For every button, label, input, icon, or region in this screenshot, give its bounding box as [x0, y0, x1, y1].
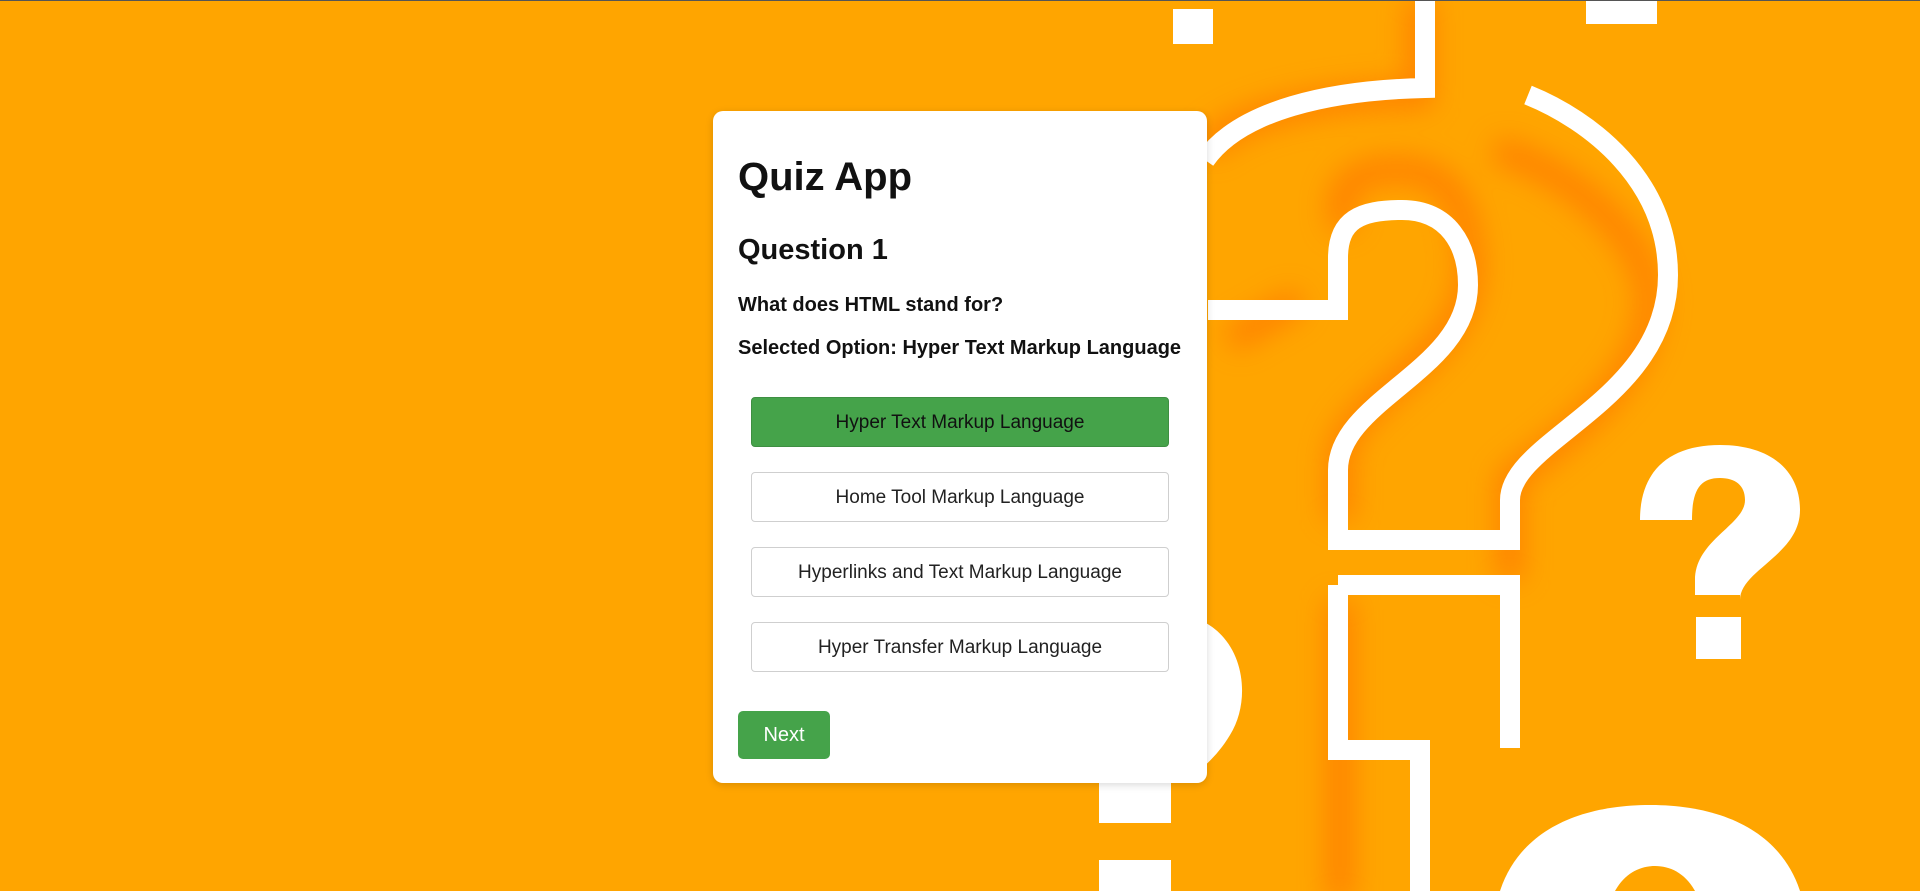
quiz-card: Quiz App Question 1 What does HTML stand…	[713, 111, 1207, 783]
selected-option-text: Selected Option: Hyper Text Markup Langu…	[738, 337, 1182, 359]
option-button-2[interactable]: Home Tool Markup Language	[751, 472, 1169, 522]
question-heading: Question 1	[738, 234, 888, 266]
app-title: Quiz App	[738, 155, 913, 199]
window-top-border	[0, 0, 1920, 1]
question-text: What does HTML stand for?	[738, 294, 1004, 316]
next-button[interactable]: Next	[738, 711, 830, 759]
option-button-4[interactable]: Hyper Transfer Markup Language	[751, 622, 1169, 672]
option-button-3[interactable]: Hyperlinks and Text Markup Language	[751, 547, 1169, 597]
option-button-1[interactable]: Hyper Text Markup Language	[751, 397, 1169, 447]
